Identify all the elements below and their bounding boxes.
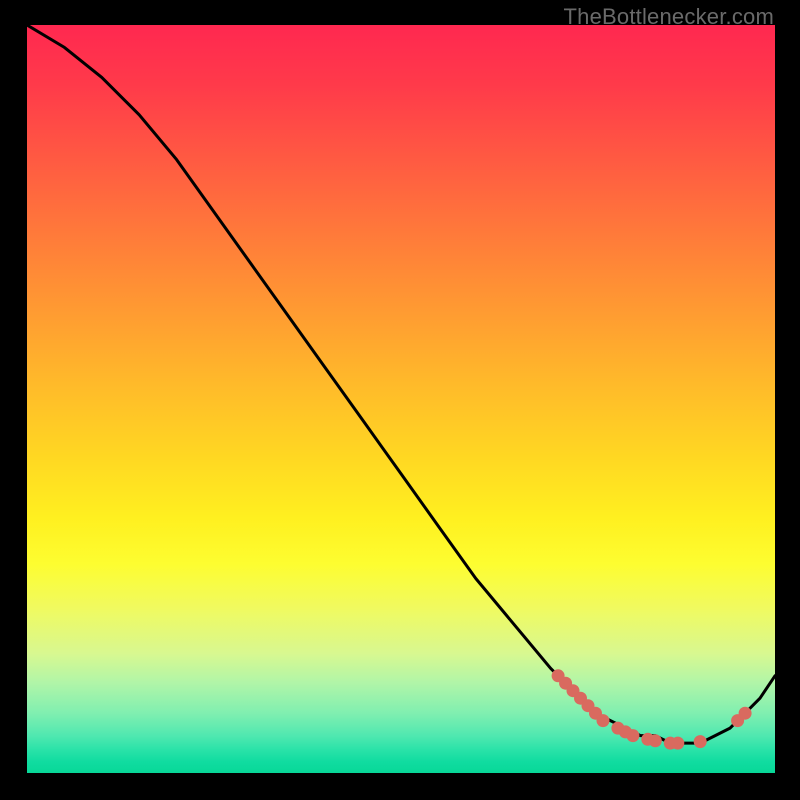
plot-area: [27, 25, 775, 773]
bottleneck-curve: [27, 25, 775, 773]
chart-container: TheBottlenecker.com: [0, 0, 800, 800]
